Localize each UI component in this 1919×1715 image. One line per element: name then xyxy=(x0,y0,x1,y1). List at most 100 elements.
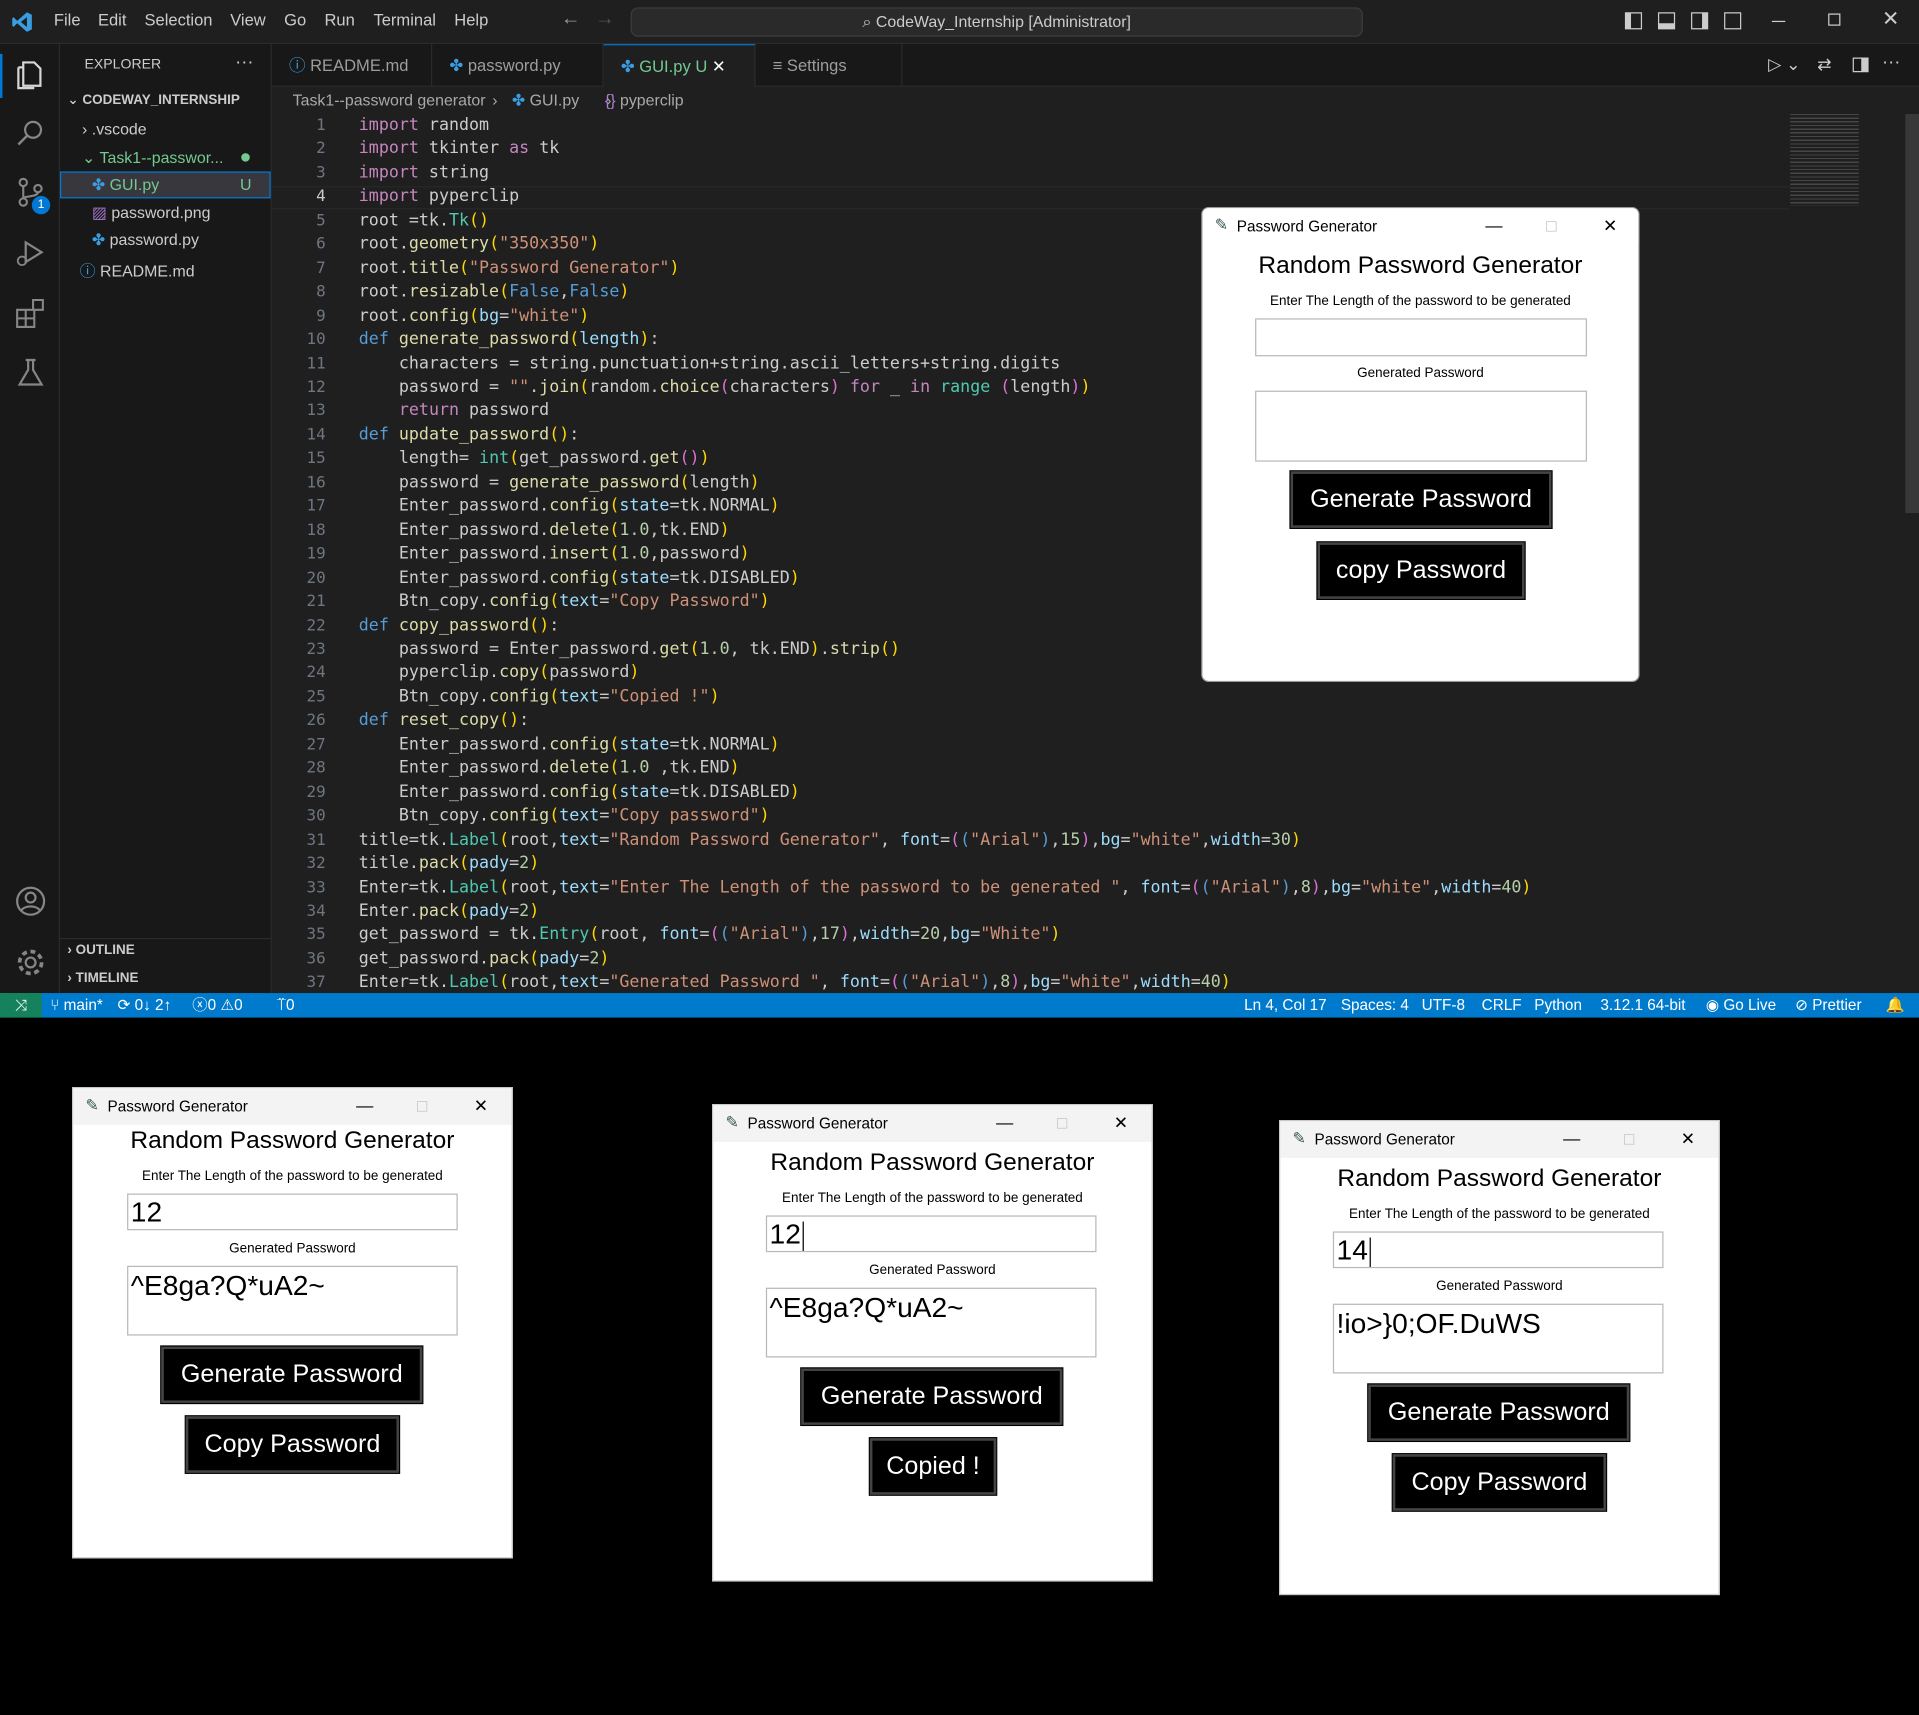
outline-section[interactable]: › OUTLINE xyxy=(67,943,134,958)
maximize-icon[interactable]: □ xyxy=(1539,213,1563,237)
menu-file[interactable]: File xyxy=(54,11,81,29)
toggle-panel-icon[interactable] xyxy=(1657,12,1676,30)
window-titlebar: ✎ Password Generator — □ ✕ xyxy=(1202,208,1639,245)
explorer-icon[interactable] xyxy=(12,56,49,93)
file-gui-py[interactable]: ✤ GUI.py xyxy=(92,175,159,195)
testing-flask-icon[interactable] xyxy=(12,354,49,391)
close-icon[interactable]: ✕ xyxy=(1882,7,1899,31)
minimize-icon[interactable]: — xyxy=(352,1093,376,1117)
ports-indicator[interactable]: ⍡0 xyxy=(277,993,295,1017)
menu-edit[interactable]: Edit xyxy=(98,11,126,29)
command-center-search[interactable]: ⌕ CodeWay_Internship [Administrator] xyxy=(630,7,1363,37)
password-output[interactable] xyxy=(1255,390,1587,462)
timeline-section[interactable]: › TIMELINE xyxy=(67,971,138,986)
tab-password-py[interactable]: ✤ password.py xyxy=(432,44,604,87)
toggle-sidebar-icon[interactable] xyxy=(1624,12,1643,30)
menu-help[interactable]: Help xyxy=(454,11,488,29)
search-icon: ⌕ xyxy=(862,12,876,31)
minimize-icon[interactable]: — xyxy=(1559,1126,1583,1150)
password-generator-window: ✎ Password Generator — □ ✕ Random Passwo… xyxy=(1201,206,1640,683)
prettier[interactable]: ⊘ Prettier xyxy=(1795,993,1861,1017)
generate-password-button[interactable]: Generate Password xyxy=(800,1367,1064,1427)
python-version[interactable]: 3.12.1 64-bit xyxy=(1600,993,1685,1017)
copy-password-button[interactable]: Copy Password xyxy=(1391,1453,1608,1512)
cursor-position[interactable]: Ln 4, Col 17 xyxy=(1244,993,1327,1017)
python-file-icon: ✤ xyxy=(620,57,640,76)
folder-vscode[interactable]: › .vscode xyxy=(82,120,147,138)
language-mode[interactable]: Python xyxy=(1534,993,1582,1017)
more-actions-icon[interactable]: ··· xyxy=(235,51,253,72)
compare-changes-icon[interactable]: ⇄ xyxy=(1817,54,1831,75)
restore-icon[interactable] xyxy=(1828,13,1841,26)
root-folder[interactable]: ⌄ CODEWAY_INTERNSHIP xyxy=(67,92,239,108)
run-debug-icon[interactable] xyxy=(12,234,49,271)
minimize-icon[interactable] xyxy=(1771,20,1786,23)
minimize-icon[interactable]: — xyxy=(1482,213,1506,237)
tab-settings[interactable]: ≡ Settings xyxy=(756,44,903,87)
run-file-icon[interactable]: ▷ ⌄ xyxy=(1768,54,1800,75)
menu-view[interactable]: View xyxy=(230,11,266,29)
password-output[interactable]: ^E8ga?Q*uA2~ xyxy=(127,1265,458,1336)
tab-readme[interactable]: ⓘ README.md xyxy=(272,44,433,87)
file-readme[interactable]: ⓘ README.md xyxy=(80,258,195,281)
length-input[interactable]: 12 xyxy=(127,1193,458,1231)
generate-password-button[interactable]: Generate Password xyxy=(1367,1383,1631,1443)
password-output[interactable]: ^E8ga?Q*uA2~ xyxy=(765,1287,1097,1358)
file-password-png[interactable]: ▨ password.png xyxy=(92,203,211,223)
close-icon[interactable]: ✕ xyxy=(469,1093,493,1117)
close-icon[interactable]: ✕ xyxy=(1598,213,1622,237)
branch-indicator[interactable]: ⑂ main* xyxy=(50,993,103,1017)
minimize-icon[interactable]: — xyxy=(992,1110,1016,1134)
breadcrumb-symbol[interactable]: {} pyperclip xyxy=(605,87,684,114)
modified-dot xyxy=(241,153,250,162)
more-actions-icon[interactable]: ··· xyxy=(1882,51,1900,72)
back-arrow-icon[interactable]: ← xyxy=(561,9,581,31)
remote-icon[interactable]: ⤨ xyxy=(0,993,42,1018)
password-output[interactable]: !io>}0;OF.DuWS xyxy=(1332,1303,1664,1374)
encoding[interactable]: UTF-8 xyxy=(1422,993,1465,1017)
close-icon[interactable]: ✕ xyxy=(1676,1126,1700,1150)
menu-run[interactable]: Run xyxy=(324,11,354,29)
toggle-secondary-sidebar-icon[interactable] xyxy=(1691,12,1709,30)
maximize-icon[interactable]: □ xyxy=(1050,1110,1074,1134)
code-editor[interactable]: 1 2 3 4 5 6 7 8 9 10 11 12 13 14 15 16 17 18 19 20 21 22 23 24 2… xyxy=(271,113,1919,994)
maximize-icon[interactable]: □ xyxy=(1617,1126,1641,1150)
length-input[interactable]: 14 xyxy=(1332,1231,1664,1269)
maximize-icon[interactable]: □ xyxy=(410,1093,434,1117)
breadcrumb-folder[interactable]: Task1--password generator xyxy=(293,87,486,114)
line-ending[interactable]: CRLF xyxy=(1482,993,1522,1017)
menu-selection[interactable]: Selection xyxy=(144,11,212,29)
bell-icon[interactable]: 🔔 xyxy=(1886,993,1905,1017)
chevron-down-icon: ⌄ xyxy=(82,148,100,167)
settings-gear-icon[interactable] xyxy=(12,944,49,981)
indentation[interactable]: Spaces: 4 xyxy=(1341,993,1409,1017)
file-password-py[interactable]: ✤ password.py xyxy=(92,230,199,250)
forward-arrow-icon[interactable]: → xyxy=(595,9,615,31)
extensions-icon[interactable] xyxy=(12,295,49,332)
problems-indicator[interactable]: ⓧ0 ⚠0 xyxy=(192,993,242,1017)
scrollbar-thumb[interactable] xyxy=(1905,113,1919,514)
copy-password-button[interactable]: Copy Password xyxy=(184,1415,401,1474)
folder-task1[interactable]: ⌄ Task1--passwor... xyxy=(82,148,223,168)
tab-close-icon[interactable]: ✕ xyxy=(712,58,726,76)
customize-layout-icon[interactable] xyxy=(1724,12,1742,30)
breadcrumb-file[interactable]: ✤ GUI.py xyxy=(512,87,579,114)
length-input[interactable] xyxy=(1255,318,1587,357)
minimap[interactable] xyxy=(1790,113,1859,206)
search-icon[interactable] xyxy=(12,115,49,152)
generate-password-button[interactable]: Generate Password xyxy=(160,1345,424,1405)
generate-password-button[interactable]: Generate Password xyxy=(1289,470,1553,529)
sync-indicator[interactable]: ⟳ 0↓ 2↑ xyxy=(118,993,172,1017)
feather-icon: ✎ xyxy=(1214,215,1229,234)
menu-terminal[interactable]: Terminal xyxy=(373,11,435,29)
menu-go[interactable]: Go xyxy=(284,11,306,29)
go-live[interactable]: ◉ Go Live xyxy=(1706,993,1776,1017)
accounts-icon[interactable] xyxy=(12,883,49,920)
copy-password-button[interactable]: copy Password xyxy=(1316,541,1526,601)
length-input[interactable]: 12 xyxy=(765,1215,1097,1253)
tab-gui-py[interactable]: ✤ GUI.py U ✕ xyxy=(603,44,756,87)
close-icon[interactable]: ✕ xyxy=(1109,1110,1133,1134)
copy-password-button[interactable]: Copied ! xyxy=(868,1437,998,1496)
errors-count: 0 xyxy=(207,996,217,1014)
split-editor-icon[interactable] xyxy=(1852,57,1869,73)
